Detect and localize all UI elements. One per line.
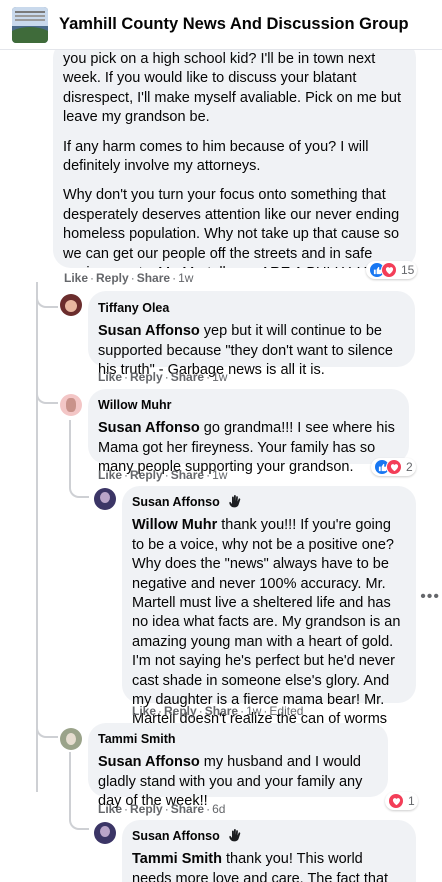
commenter-name[interactable]: Tiffany Olea: [98, 299, 405, 318]
avatar[interactable]: [60, 294, 82, 316]
mention-link[interactable]: Susan Affonso: [98, 323, 200, 339]
like-link[interactable]: Like: [98, 370, 122, 384]
timestamp[interactable]: 6d: [212, 802, 225, 816]
timestamp[interactable]: 1w: [178, 271, 193, 285]
like-link[interactable]: Like: [98, 468, 122, 482]
timestamp[interactable]: 1w: [212, 468, 227, 482]
love-reaction-icon: [388, 793, 404, 809]
timestamp[interactable]: 1w: [212, 370, 227, 384]
like-link[interactable]: Like: [64, 271, 88, 285]
reaction-count: 15: [401, 263, 415, 277]
thread-curve-susan-2: [69, 806, 89, 830]
avatar[interactable]: [60, 394, 82, 416]
group-header: Yamhill County News And Discussion Group: [0, 0, 442, 50]
commenter-name-text: Susan Affonso: [132, 829, 220, 843]
share-link[interactable]: Share: [137, 271, 170, 285]
more-options-icon[interactable]: •••: [420, 588, 440, 606]
thread-curve-susan-1: [69, 474, 89, 498]
mention-link[interactable]: Susan Affonso: [98, 754, 200, 770]
commenter-name[interactable]: Susan Affonso: [132, 827, 406, 846]
wave-hand-icon: [229, 829, 241, 842]
thread-curve-tiffany: [36, 284, 58, 308]
mention-link[interactable]: Tammi Smith: [132, 851, 222, 867]
top-comment-bubble: you pick on a high school kid? I'll be i…: [53, 40, 416, 268]
like-link[interactable]: Like: [132, 704, 156, 718]
reply-link[interactable]: Reply: [130, 468, 163, 482]
avatar[interactable]: [94, 822, 116, 844]
top-comment-paragraph: you pick on a high school kid? I'll be i…: [63, 51, 402, 126]
comment-actions: Like · Reply · Share · 1w: [98, 370, 228, 384]
comment-reactions[interactable]: 1: [385, 792, 418, 810]
thread-line-tammi: [69, 752, 71, 812]
reply-link[interactable]: Reply: [96, 271, 129, 285]
reply-link[interactable]: Reply: [130, 802, 163, 816]
comment-actions: Like · Reply · Share · 6d: [98, 802, 226, 816]
like-link[interactable]: Like: [98, 802, 122, 816]
commenter-name[interactable]: Willow Muhr: [98, 396, 399, 415]
comment-bubble: Tiffany Olea Susan Affonso yep but it wi…: [88, 291, 415, 378]
share-link[interactable]: Share: [171, 468, 204, 482]
share-link[interactable]: Share: [171, 802, 204, 816]
share-link[interactable]: Share: [205, 704, 238, 718]
wave-hand-icon: [229, 495, 241, 508]
reply-link[interactable]: Reply: [130, 370, 163, 384]
comment-actions: Like · Reply · Share · 1w · Edited: [132, 704, 304, 718]
love-reaction-icon: [386, 459, 402, 475]
timestamp[interactable]: 1w: [246, 704, 261, 718]
commenter-name-text: Susan Affonso: [132, 495, 220, 509]
comment-reactions[interactable]: 2: [371, 458, 416, 476]
comment-bubble: Susan Affonso Tammi Smith thank you! Thi…: [122, 820, 416, 882]
group-title[interactable]: Yamhill County News And Discussion Group: [59, 15, 409, 34]
share-link[interactable]: Share: [171, 370, 204, 384]
thread-curve-willow: [36, 380, 58, 404]
top-comment-paragraph: Why don't you turn your focus onto somet…: [63, 187, 400, 268]
comment-bubble: Tammi Smith Susan Affonso my husband and…: [88, 723, 388, 809]
reply-link[interactable]: Reply: [164, 704, 197, 718]
mention-link[interactable]: Susan Affonso: [98, 420, 200, 436]
top-comment-paragraph: If any harm comes to him because of you?…: [63, 138, 369, 175]
commenter-name[interactable]: Susan Affonso: [132, 493, 406, 512]
thread-line-willow: [69, 420, 71, 480]
edited-label[interactable]: Edited: [269, 704, 303, 718]
avatar[interactable]: [94, 488, 116, 510]
comment-bubble: Willow Muhr Susan Affonso go grandma!!! …: [88, 389, 409, 475]
thread-curve-tammi: [36, 714, 58, 738]
avatar[interactable]: [60, 728, 82, 750]
comment-bubble: Susan Affonso Willow Muhr thank you!!! I…: [122, 486, 416, 747]
mention-link[interactable]: Willow Muhr: [132, 517, 217, 533]
top-comment-actions: Like · Reply · Share · 1w: [64, 271, 194, 285]
comment-actions: Like · Reply · Share · 1w: [98, 468, 228, 482]
top-comment-reactions[interactable]: 15: [366, 261, 418, 279]
love-reaction-icon: [381, 262, 397, 278]
reaction-count: 1: [408, 794, 415, 808]
commenter-name[interactable]: Tammi Smith: [98, 730, 378, 749]
reaction-count: 2: [406, 460, 413, 474]
group-thumbnail[interactable]: [12, 6, 48, 43]
